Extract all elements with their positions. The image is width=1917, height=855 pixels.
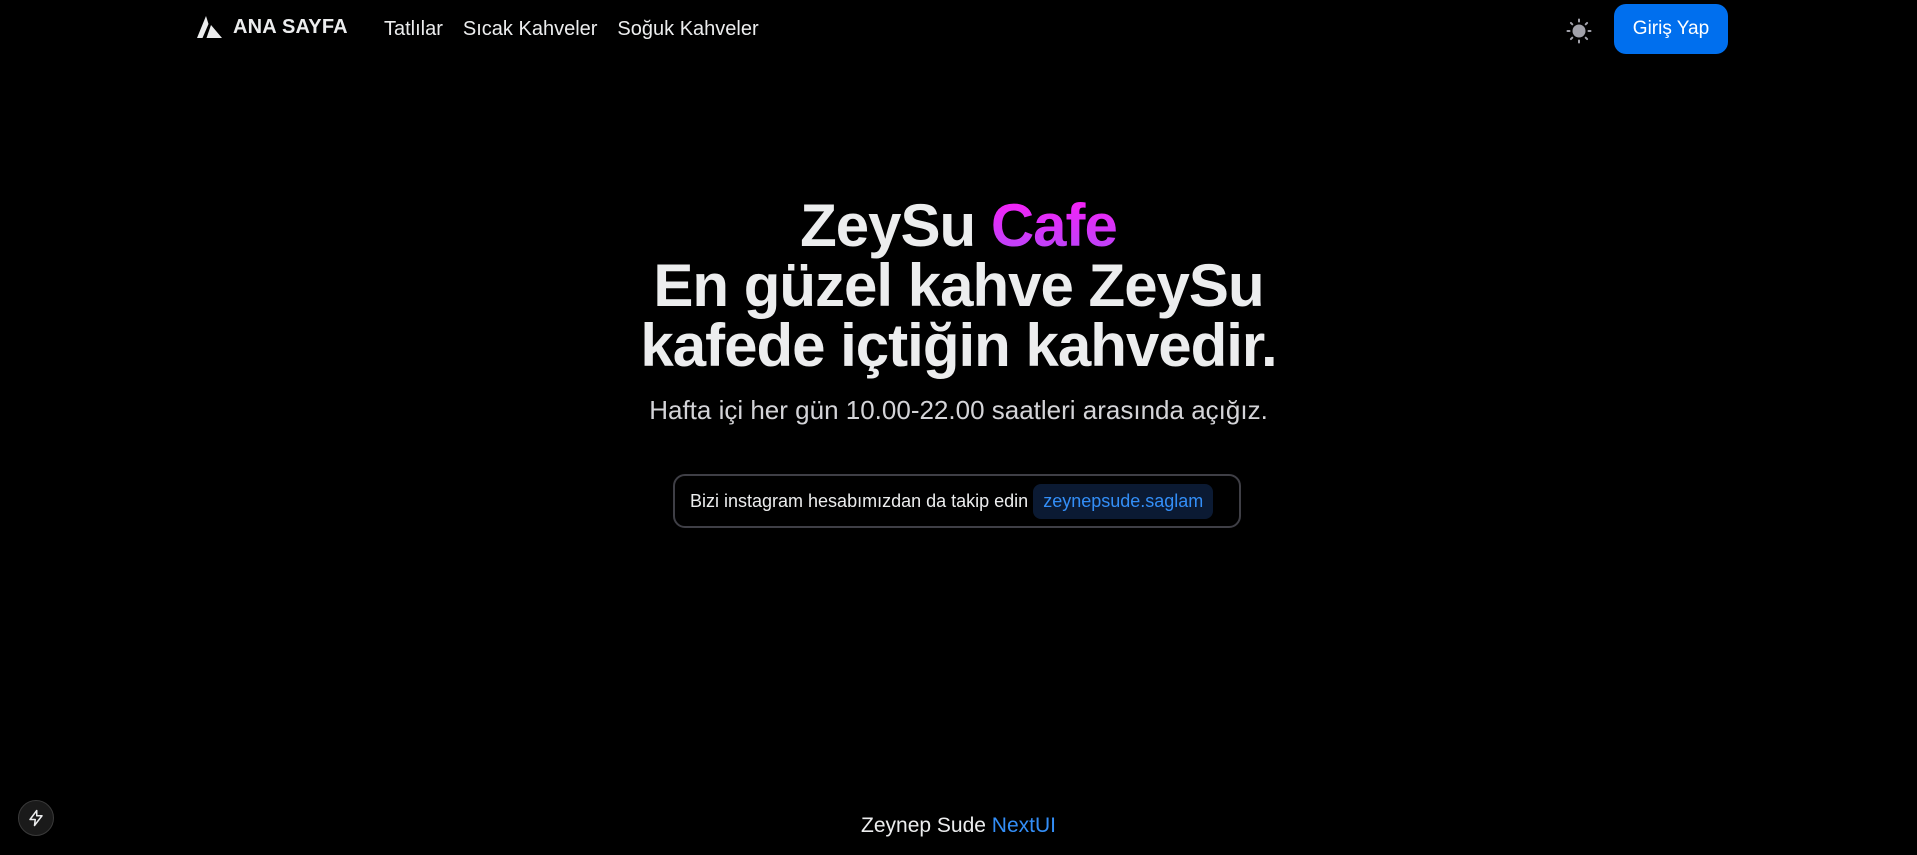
dev-indicator-button[interactable] [18, 800, 54, 836]
hero-title-accent: Cafe [990, 192, 1118, 259]
brand-link[interactable]: ANA SAYFA [197, 15, 348, 39]
lightning-icon [29, 809, 43, 827]
login-button[interactable]: Giriş Yap [1614, 4, 1728, 54]
snippet-text: Bizi instagram hesabımızdan da takip edi… [690, 490, 1029, 511]
nav-link-soguk-kahveler[interactable]: Soğuk Kahveler [617, 18, 758, 40]
sun-icon [1566, 18, 1592, 44]
hero-title: ZeySu Cafe En güzel kahve ZeySu kafede i… [0, 196, 1917, 376]
footer: Zeynep Sude NextUI [0, 814, 1917, 838]
hero-title-line2: En güzel kahve ZeySu [653, 252, 1264, 319]
hero-title-part1: ZeySu [800, 192, 976, 259]
theme-toggle[interactable] [1565, 17, 1593, 45]
nav-links: Tatlılar Sıcak Kahveler Soğuk Kahveler [384, 15, 759, 43]
hero-title-line3: kafede içtiğin kahvedir. [640, 312, 1277, 379]
hero-subtitle: Hafta içi her gün 10.00-22.00 saatleri a… [649, 395, 1268, 425]
instagram-snippet: Bizi instagram hesabımızdan da takip edi… [673, 474, 1241, 528]
page: ANA SAYFA Tatlılar Sıcak Kahveler Soğuk … [0, 0, 1917, 855]
footer-name: Zeynep Sude [861, 814, 986, 837]
hero: ZeySu Cafe En güzel kahve ZeySu kafede i… [0, 196, 1917, 427]
navbar: ANA SAYFA Tatlılar Sıcak Kahveler Soğuk … [0, 0, 1917, 58]
footer-nextui-link[interactable]: NextUI [992, 814, 1056, 837]
nav-link-tatlilar[interactable]: Tatlılar [384, 18, 443, 40]
brand-label: ANA SAYFA [233, 15, 348, 38]
instagram-handle[interactable]: zeynepsude.saglam [1033, 483, 1214, 519]
nav-link-sicak-kahveler[interactable]: Sıcak Kahveler [463, 18, 598, 40]
brand-logo-icon [197, 16, 222, 38]
